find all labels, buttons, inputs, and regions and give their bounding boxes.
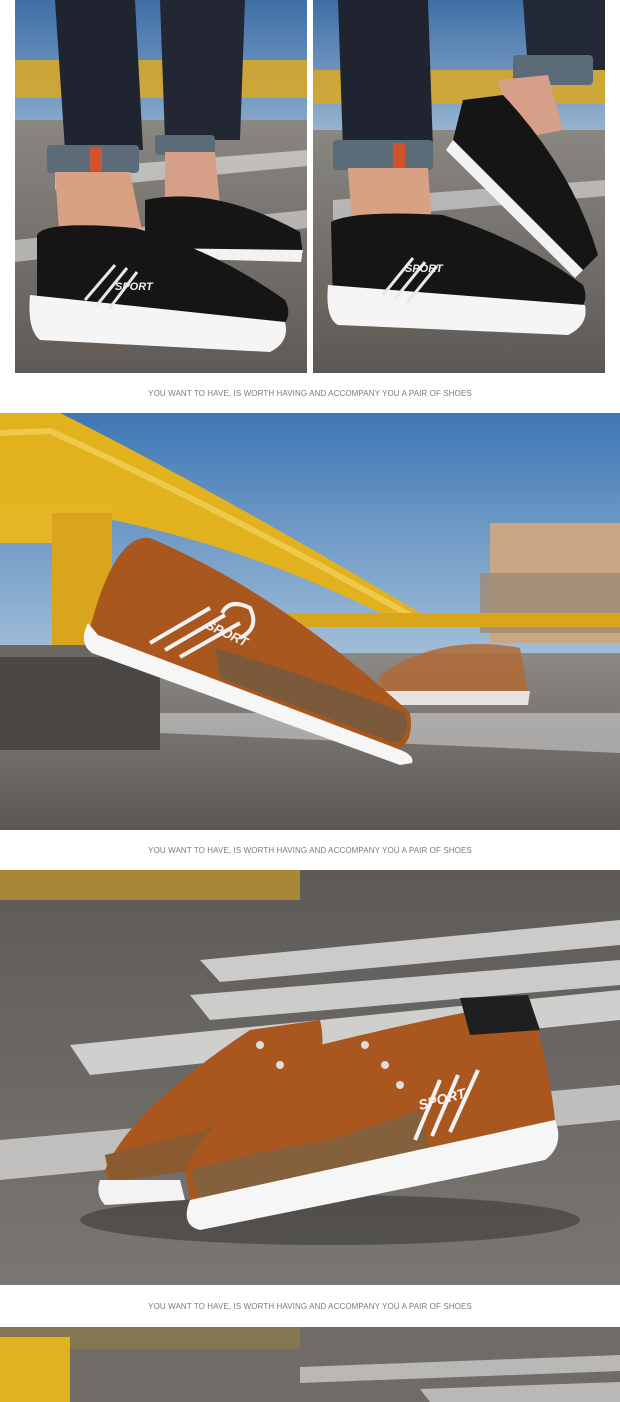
photo-brown-shoes-pair: SPORT [0,870,620,1285]
caption-1: YOU WANT TO HAVE, IS WORTH HAVING AND AC… [148,389,472,398]
photo-black-shoes-left: SPORT [15,0,307,373]
caption-2: YOU WANT TO HAVE, IS WORTH HAVING AND AC… [148,846,472,855]
photo-black-shoes-right: SPORT [313,0,605,373]
sport-logo-text: SPORT [405,263,444,275]
caption-3: YOU WANT TO HAVE, IS WORTH HAVING AND AC… [148,1302,472,1311]
sport-logo-text: SPORT [115,281,154,293]
photo-brown-shoe-step: SPORT [0,413,620,830]
photo-partial-bottom [0,1327,620,1402]
